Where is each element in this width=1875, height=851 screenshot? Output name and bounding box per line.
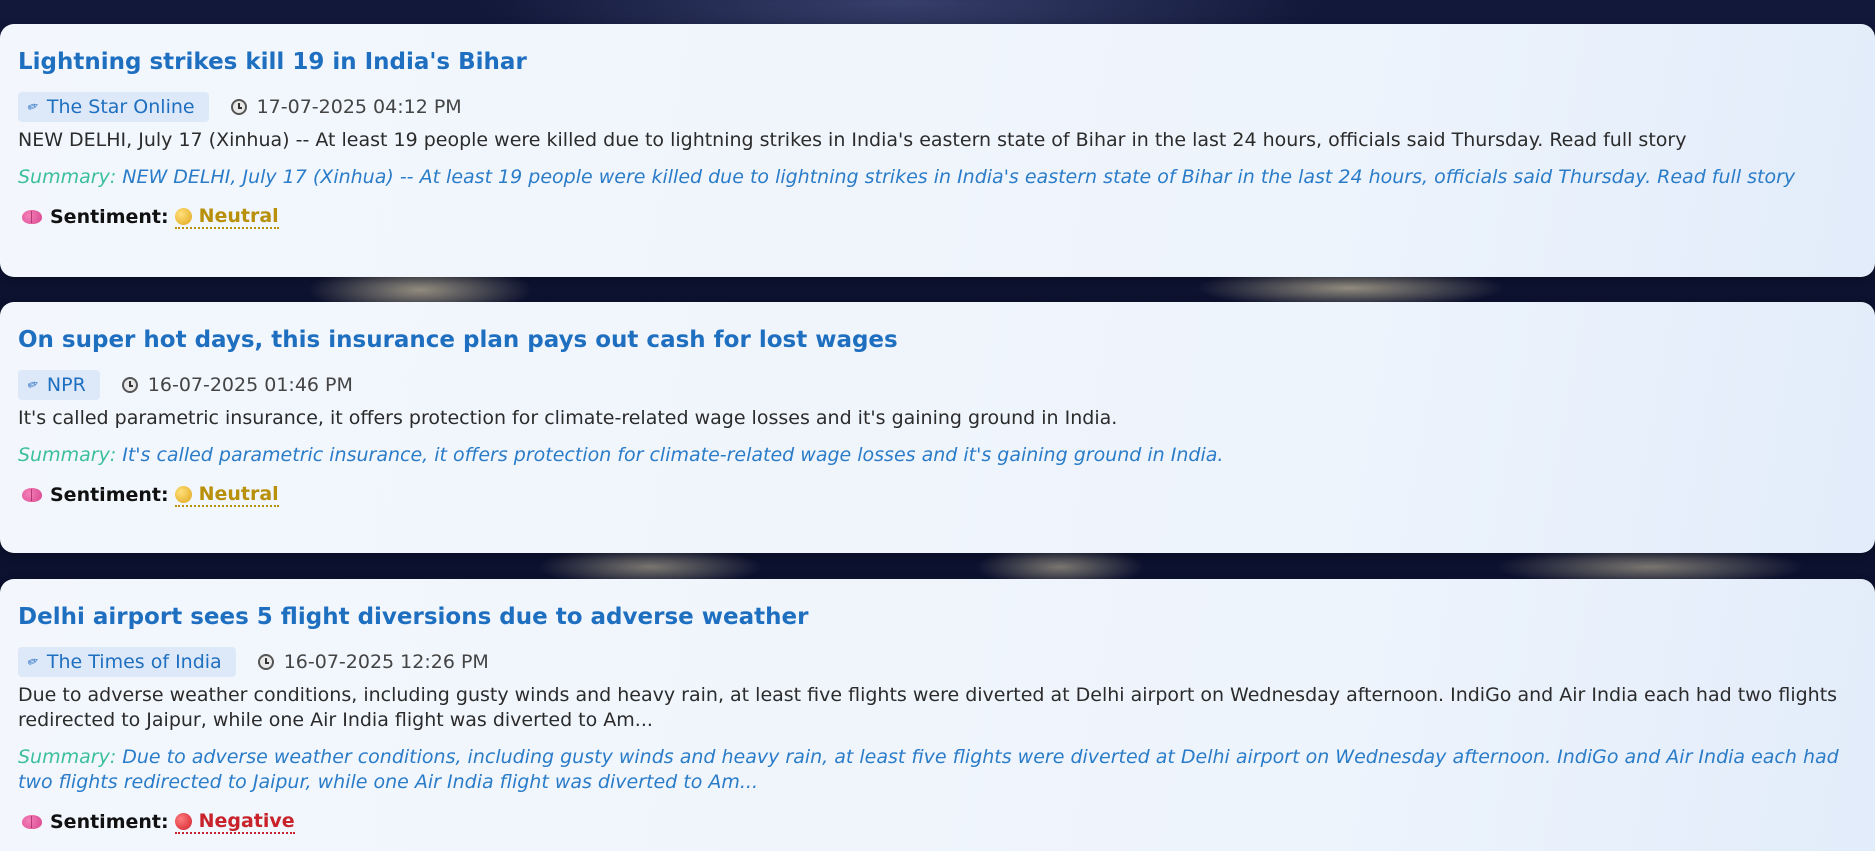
timestamp: 16-07-2025 01:46 PM [121,374,353,396]
yellow-circle-icon [174,207,192,225]
article-description: Due to adverse weather conditions, inclu… [18,684,1838,731]
pin-icon: ✏ [25,376,42,394]
clock-icon [230,99,247,115]
timestamp-text: 16-07-2025 01:46 PM [147,374,353,396]
yellow-circle-icon [174,485,192,503]
sentiment-value: Negative [198,810,295,832]
sentiment-value: Neutral [198,205,279,227]
pin-icon: ✏ [25,653,42,671]
brain-icon [22,815,42,829]
article-title-link[interactable]: On super hot days, this insurance plan p… [18,324,1857,356]
summary-label: Summary: [18,444,117,466]
article-title-link[interactable]: Lightning strikes kill 19 in India's Bih… [18,46,1857,78]
article-summary: Summary: NEW DELHI, July 17 (Xinhua) -- A… [18,165,1857,190]
sentiment-badge[interactable]: Neutral [174,483,279,507]
article-meta: ✏ The Times of India 16-07-2025 12:26 PM [18,647,1857,677]
source-name: NPR [46,374,86,396]
summary-text: It's called parametric insurance, it off… [122,444,1224,466]
sentiment-label: Sentiment: [50,811,169,833]
clock-icon [257,654,274,670]
article-summary: Summary: Due to adverse weather condition… [18,745,1857,795]
source-badge[interactable]: ✏ The Times of India [18,647,236,677]
sentiment-row: Sentiment: Neutral [18,480,1857,510]
red-circle-icon [174,812,192,830]
sentiment-label: Sentiment: [50,206,169,228]
article-title-link[interactable]: Delhi airport sees 5 flight diversions d… [18,601,1857,633]
article-meta: ✏ The Star Online 17-07-2025 04:12 PM [18,92,1857,122]
news-card: On super hot days, this insurance plan p… [0,302,1875,553]
article-description: NEW DELHI, July 17 (Xinhua) -- At least … [18,129,1687,151]
sentiment-value: Neutral [198,483,279,505]
article-description: It's called parametric insurance, it off… [18,407,1118,429]
sentiment-badge[interactable]: Neutral [174,205,279,229]
article-summary: Summary: It's called parametric insurance… [18,443,1857,468]
sentiment-row: Sentiment: Neutral [18,202,1857,232]
timestamp-text: 17-07-2025 04:12 PM [256,96,462,118]
pin-icon: ✏ [25,98,42,116]
brain-icon [22,210,42,224]
summary-text: NEW DELHI, July 17 (Xinhua) -- At least … [122,166,1796,188]
source-name: The Times of India [46,651,222,673]
summary-text: Due to adverse weather conditions, inclu… [18,746,1839,793]
clock-icon [121,377,138,393]
source-name: The Star Online [46,96,195,118]
sentiment-row: Sentiment: Negative [18,807,1857,837]
news-card: Lightning strikes kill 19 in India's Bih… [0,24,1875,277]
article-meta: ✏ NPR 16-07-2025 01:46 PM [18,370,1857,400]
timestamp: 17-07-2025 04:12 PM [230,96,462,118]
sentiment-label: Sentiment: [50,484,169,506]
source-badge[interactable]: ✏ The Star Online [18,92,209,122]
sentiment-badge[interactable]: Negative [174,810,295,834]
source-badge[interactable]: ✏ NPR [18,370,100,400]
timestamp-text: 16-07-2025 12:26 PM [283,651,489,673]
brain-icon [22,488,42,502]
summary-label: Summary: [18,746,117,768]
news-card: Delhi airport sees 5 flight diversions d… [0,579,1875,851]
timestamp: 16-07-2025 12:26 PM [257,651,489,673]
summary-label: Summary: [18,166,117,188]
